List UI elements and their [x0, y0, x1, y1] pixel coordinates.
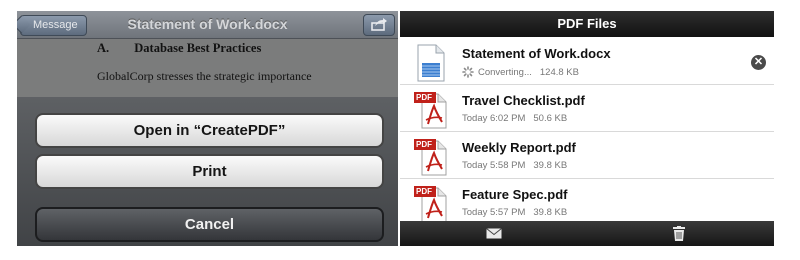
print-button[interactable]: Print — [35, 154, 384, 189]
file-date: Today 5:57 PM — [462, 207, 526, 218]
spinner-icon — [462, 66, 474, 78]
file-row[interactable]: Statement of Work.docx Converting... 124.… — [400, 38, 774, 85]
trash-icon[interactable] — [673, 226, 685, 241]
pdf-badge-text: PDF — [416, 93, 432, 102]
file-date: Today 5:58 PM — [462, 160, 526, 171]
cancel-conversion-icon[interactable]: ✕ — [751, 55, 766, 70]
file-size: 39.8 KB — [533, 160, 568, 171]
pdf-icon: PDF — [414, 137, 450, 177]
file-size: 39.8 KB — [533, 207, 568, 218]
file-date: Today 6:02 PM — [462, 113, 526, 124]
file-row[interactable]: PDF Feature Spec.pdf Today 5:57 PM 39.8 K… — [400, 179, 774, 226]
file-size: 50.6 KB — [533, 113, 568, 124]
file-meta: Today 5:57 PM 39.8 KB — [462, 207, 567, 218]
file-status: Converting... — [478, 67, 532, 78]
bottom-toolbar — [400, 221, 774, 246]
preview-nav-bar: Message Statement of Work.docx — [17, 11, 398, 39]
mail-icon[interactable] — [486, 228, 502, 239]
share-button[interactable] — [363, 14, 395, 36]
file-name: Feature Spec.pdf — [462, 187, 568, 202]
pdf-files-title: PDF Files — [400, 11, 774, 37]
pdf-badge-text: PDF — [416, 187, 432, 196]
file-name: Travel Checklist.pdf — [462, 93, 585, 108]
file-meta: Converting... 124.8 KB — [462, 66, 579, 78]
cancel-button[interactable]: Cancel — [35, 207, 384, 242]
document-heading: A. Database Best Practices — [97, 41, 261, 56]
file-size: 124.8 KB — [539, 67, 579, 78]
preview-title: Statement of Work.docx — [127, 16, 288, 32]
pdf-icon: PDF — [414, 184, 450, 224]
file-row[interactable]: PDF Weekly Report.pdf Today 5:58 PM 39.8 … — [400, 132, 774, 179]
document-icon — [414, 43, 450, 83]
pdf-icon: PDF — [414, 90, 450, 130]
heading-text: Database Best Practices — [134, 41, 262, 55]
action-sheet: Open in “CreatePDF” Print Cancel — [17, 97, 398, 246]
attachment-preview: Message Statement of Work.docx A. Databa… — [17, 11, 398, 246]
document-body-text: GlobalCorp stresses the strategic import… — [97, 69, 312, 83]
open-in-createpdf-button[interactable]: Open in “CreatePDF” — [35, 113, 384, 148]
file-row[interactable]: PDF Travel Checklist.pdf Today 6:02 PM 50… — [400, 85, 774, 132]
pdf-badge-text: PDF — [416, 140, 432, 149]
heading-number: A. — [97, 41, 110, 55]
share-icon — [371, 18, 387, 31]
file-name: Statement of Work.docx — [462, 46, 611, 61]
file-meta: Today 5:58 PM 39.8 KB — [462, 160, 567, 171]
file-name: Weekly Report.pdf — [462, 140, 576, 155]
file-meta: Today 6:02 PM 50.6 KB — [462, 113, 567, 124]
pdf-files-screen: PDF Files Statement of Work.docx Convert… — [400, 11, 774, 246]
